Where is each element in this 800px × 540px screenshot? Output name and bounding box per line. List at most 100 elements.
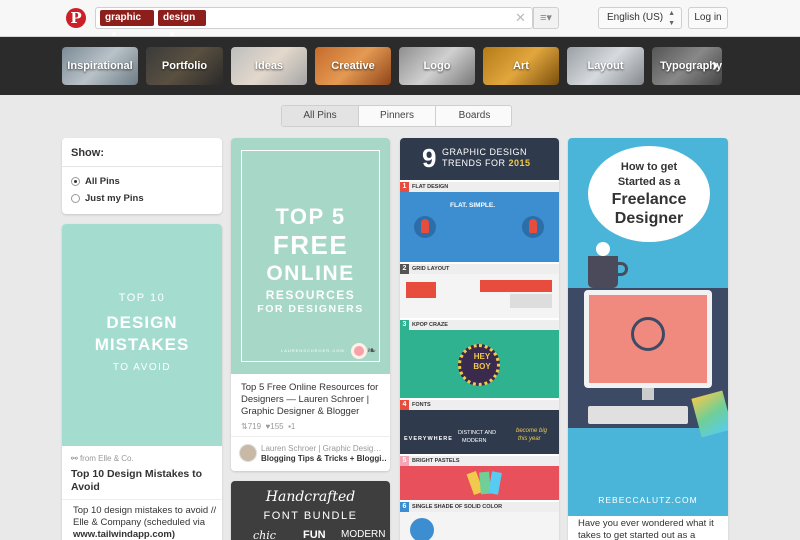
pin-description: Top 5 Free Online Resources for Designer… <box>241 382 379 417</box>
section-number: 5 <box>400 456 409 466</box>
divider <box>231 436 390 437</box>
mug-icon <box>588 256 618 288</box>
image-text: TRENDS FOR <box>442 158 506 168</box>
category-label: Layout <box>587 60 624 72</box>
show-filter-panel: Show: All Pins Just my Pins <box>62 138 222 214</box>
section-title: BRIGHT PASTELS <box>412 458 460 464</box>
login-button[interactable]: Log in <box>688 7 728 29</box>
select-arrows-icon: ▲ ▼ <box>668 10 675 27</box>
monitor-stand <box>642 388 654 400</box>
category-label: Ideas <box>254 60 284 72</box>
next-arrow-icon[interactable]: › <box>712 55 718 76</box>
image-text: EVERYWHERE <box>404 436 453 442</box>
category-strip: Inspirational Portfolio Ideas Creative L… <box>0 37 800 95</box>
results-tabs: All Pins Pinners Boards <box>281 105 512 127</box>
pin-image[interactable]: TOP 10 DESIGN MISTAKES TO AVOID <box>62 224 222 446</box>
image-text: Handcrafted <box>265 489 356 505</box>
tab-pinners[interactable]: Pinners <box>359 106 436 126</box>
radio-just-my-pins[interactable] <box>71 194 80 203</box>
pin-image[interactable]: How to get Started as a Freelance Design… <box>568 138 728 516</box>
flower-icon <box>351 343 367 359</box>
language-select[interactable]: English (US) ▲ ▼ <box>598 7 682 29</box>
image-text: How to get Started as a Freelance Design… <box>588 160 710 228</box>
avatar[interactable] <box>239 444 257 462</box>
mug-handle <box>616 262 628 276</box>
tab-boards[interactable]: Boards <box>436 106 511 126</box>
category-logo[interactable]: Logo <box>399 47 475 85</box>
pin-source[interactable]: ⚯ from Elle & Co. <box>71 454 134 463</box>
section-number: 6 <box>400 502 409 512</box>
category-label: Creative <box>331 60 375 72</box>
tab-all-pins[interactable]: All Pins <box>282 106 359 126</box>
section-heading: 4 FONTS <box>400 400 559 410</box>
description-text: Top 10 design mistakes to avoid // Elle … <box>73 505 217 528</box>
category-ideas[interactable]: Ideas <box>231 47 307 85</box>
swatch <box>488 471 502 495</box>
section-heading: 6 SINGLE SHADE OF SOLID COLOR <box>400 502 559 512</box>
radio-all-pins-label[interactable]: All Pins <box>85 176 120 187</box>
image-text-line: Started as a <box>617 176 681 188</box>
pin-design-trends[interactable]: 9 GRAPHIC DESIGN TRENDS FOR 2015 1 FLAT … <box>400 138 559 540</box>
rocket-body <box>529 219 537 233</box>
repin-count: 719 <box>247 422 262 431</box>
search-field[interactable]: graphic× design× <box>95 7 533 39</box>
source-text: from Elle & Co. <box>79 454 134 463</box>
clear-search-icon[interactable]: ✕ <box>515 10 526 26</box>
image-text: chic <box>253 529 276 540</box>
pin-description: Top 10 design mistakes to avoid // Elle … <box>73 505 219 540</box>
chip-label: graphic <box>105 12 142 23</box>
menu-icon[interactable]: ≡▾ <box>533 7 559 29</box>
color-circle <box>410 518 434 540</box>
image-text-line: DESIGN <box>106 313 178 332</box>
image-text: TOP 5 <box>275 204 346 229</box>
section-title: FLAT DESIGN <box>412 184 449 190</box>
show-title: Show: <box>71 147 104 159</box>
pin-stats: ⇅719 ♥155 ▪1 <box>241 422 295 431</box>
pin-footer: ⚯ from Elle & Co. Top 10 Design Mistakes… <box>62 446 222 540</box>
grid-block <box>406 282 436 298</box>
category-art[interactable]: Art <box>483 47 559 85</box>
image-text: this year <box>518 436 541 442</box>
section-title: FONTS <box>412 402 431 408</box>
image-text-line: Designer <box>614 210 684 227</box>
image-credit: LAURENSCHROER.COM <box>281 348 345 353</box>
pin-free-resources[interactable]: TOP 5 FREE ONLINE RESOURCES FOR DESIGNER… <box>231 138 390 471</box>
radio-just-my-pins-label[interactable]: Just my Pins <box>85 193 144 204</box>
description-link[interactable]: www.tailwindapp.com) <box>73 529 175 540</box>
category-label: Logo <box>423 60 451 72</box>
color-swatches <box>691 390 728 438</box>
image-text: FREE <box>272 230 349 260</box>
section-title: SINGLE SHADE OF SOLID COLOR <box>412 504 503 510</box>
grid-block <box>480 280 552 292</box>
pinner-name[interactable]: Lauren Schroer | Graphic Desig… <box>261 444 386 453</box>
pinterest-logo[interactable]: P <box>66 8 86 28</box>
pin-freelance-designer[interactable]: How to get Started as a Freelance Design… <box>568 138 728 540</box>
category-layout[interactable]: Layout <box>567 47 644 85</box>
image-text: 9 <box>422 143 437 173</box>
pin-image[interactable]: TOP 5 FREE ONLINE RESOURCES FOR DESIGNER… <box>231 138 390 374</box>
image-text: 2015 <box>508 158 531 168</box>
like-count: 155 <box>270 422 284 431</box>
section-heading: 3 KPOP CRAZE <box>400 320 559 330</box>
image-text-line: Freelance <box>611 191 687 208</box>
section-solid-color <box>400 512 559 540</box>
pin-image[interactable]: 9 GRAPHIC DESIGN TRENDS FOR 2015 1 FLAT … <box>400 138 559 540</box>
pin-design-mistakes[interactable]: TOP 10 DESIGN MISTAKES TO AVOID ⚯ from E… <box>62 224 222 540</box>
search-chip-graphic: graphic× <box>100 10 154 39</box>
radio-all-pins[interactable] <box>71 177 80 186</box>
image-text: RESOURCES <box>265 288 356 302</box>
category-creative[interactable]: Creative <box>315 47 391 85</box>
board-name[interactable]: Blogging Tips & Tricks + Bloggi… <box>261 454 386 463</box>
image-text-line: BOY <box>473 362 491 371</box>
pin-font-bundle[interactable]: Handcrafted FONT BUNDLE chic FUN MODERN <box>231 481 390 540</box>
category-inspirational[interactable]: Inspirational <box>62 47 138 85</box>
monitor-screen <box>589 295 707 383</box>
pin-title[interactable]: Top 10 Design Mistakes to Avoid <box>71 468 217 494</box>
image-text-line: How to get <box>620 161 678 173</box>
category-portfolio[interactable]: Portfolio <box>146 47 223 85</box>
image-text: FONT BUNDLE <box>263 510 358 522</box>
section-flat-design: FLAT. SIMPLE. <box>400 192 559 262</box>
image-text: MODERN <box>462 438 487 444</box>
category-label: Portfolio <box>161 60 208 72</box>
section-heading: 5 BRIGHT PASTELS <box>400 456 559 466</box>
